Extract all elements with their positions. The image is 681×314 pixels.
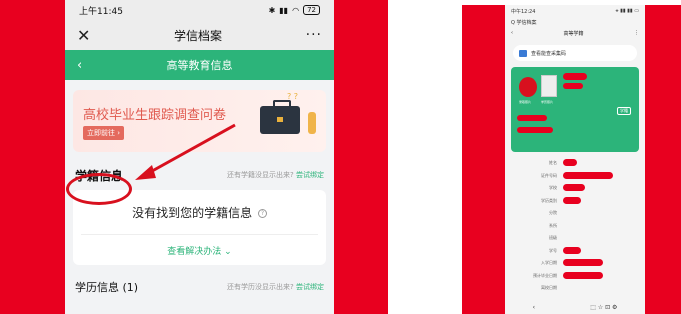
scan-icon [519, 49, 527, 57]
view-solution-link[interactable]: 查看解决办法 ⌄ [73, 244, 326, 257]
back-button[interactable]: ‹ [77, 58, 97, 73]
info-label: 证件号码 [541, 172, 557, 178]
xueli-title: 学历信息 (1) [75, 281, 139, 294]
more-button[interactable]: ··· [306, 27, 322, 43]
bluetooth-icon: ✱ [268, 5, 276, 15]
wifi-icon: ◠ [292, 5, 300, 15]
empty-message-text: 没有找到您的学籍信息 [132, 206, 253, 220]
status-time-right: 中午12:24 [511, 8, 536, 15]
more-button-right[interactable]: ⋮ [634, 30, 639, 36]
info-label: 分院 [549, 210, 557, 215]
section-title: 高等教育信息 [166, 59, 233, 72]
red-border-right [334, 0, 388, 314]
mini-program-titlebar: ✕ 学信档案 ··· [65, 20, 334, 50]
info-label: 入学日期 [541, 260, 557, 265]
status-bar-right: 中午12:24 ⚹ ▮▮ ▮▮ ▭ [505, 5, 645, 17]
info-label: 学校 [549, 185, 557, 190]
section-header-bar: ‹ 高等教育信息 [65, 50, 334, 80]
xueji-hint: 还有学籍没显示出来? 尝试绑定 [227, 170, 324, 180]
red-border-left [0, 0, 65, 314]
browser-back-button[interactable]: ‹ [533, 304, 535, 311]
battery-icon: 72 [303, 5, 320, 15]
red-border-right-2 [645, 5, 681, 314]
nav-bar-right: ‹ 高等学籍 ⋮ [505, 27, 645, 39]
degree-photo [541, 75, 557, 97]
xueli-bind-link[interactable]: 尝试绑定 [296, 283, 324, 291]
comparison-screenshot: 上午11:45 ✱ ▮▮ ◠ 72 ✕ 学信档案 ··· ‹ 高等教育信息 高校… [0, 0, 681, 314]
info-label: 学历类别 [541, 197, 557, 203]
xueli-hint-text: 还有学历没显示出来? [227, 283, 294, 291]
status-time: 上午11:45 [79, 6, 123, 17]
app-name: Q 学信档案 [511, 19, 537, 26]
redaction [563, 73, 587, 80]
back-button-right[interactable]: ‹ [511, 30, 513, 36]
xueli-header: 学历信息 (1) 还有学历没显示出来? 尝试绑定 [65, 273, 334, 301]
xueli-hint: 还有学历没显示出来? 尝试绑定 [227, 282, 324, 292]
redaction [563, 271, 603, 279]
status-badge: 学籍 [617, 107, 631, 115]
redaction [563, 83, 583, 89]
admission-photo [519, 77, 537, 97]
collection-code-text: 查看能查采集码 [531, 50, 567, 57]
annotation-arrow [135, 123, 236, 180]
student-card: 录取照片 学历照片 学籍 [511, 67, 639, 152]
info-label: 预计毕业日期 [533, 272, 557, 278]
status-icons: ✱ ▮▮ ◠ 72 [269, 5, 320, 15]
redaction [563, 171, 613, 179]
info-label: 学号 [549, 247, 557, 253]
info-label: 离校日期 [541, 285, 557, 290]
signal-icon: ▮▮ [279, 5, 289, 15]
redaction [563, 196, 581, 204]
status-icons-right: ⚹ ▮▮ ▮▮ ▭ [615, 8, 640, 14]
info-label: 系所 [549, 222, 557, 228]
info-label: 姓名 [549, 160, 557, 165]
pencil-icon [308, 112, 316, 134]
redaction [563, 246, 581, 254]
divider [81, 234, 318, 235]
redaction [563, 259, 603, 266]
photo-caption-1: 录取照片 [519, 100, 532, 104]
go-now-button[interactable]: 立即前往 › [83, 126, 125, 140]
nav-title-right: 高等学籍 [563, 30, 584, 37]
red-border-left-2 [462, 5, 505, 314]
page-title: 学信档案 [174, 28, 223, 43]
status-bar: 上午11:45 ✱ ▮▮ ◠ 72 [65, 0, 334, 20]
redaction [563, 159, 577, 166]
close-button[interactable]: ✕ [77, 26, 90, 45]
phone-screen-right: 中午12:24 ⚹ ▮▮ ▮▮ ▭ Q 学信档案 ‹ 高等学籍 ⋮ 查看能查采集… [505, 5, 645, 314]
empty-message: 没有找到您的学籍信息 ? [73, 204, 326, 221]
info-label: 班级 [549, 235, 557, 240]
photo-caption-2: 学历照片 [541, 100, 554, 104]
collection-code-link[interactable]: 查看能查采集码 [513, 45, 637, 61]
briefcase-icon [260, 100, 300, 134]
redaction [517, 115, 547, 121]
xueji-bind-link[interactable]: 尝试绑定 [296, 171, 324, 179]
browser-tabs[interactable]: ⬚ ☆ ⊡ ⚙ [590, 304, 617, 311]
redaction [517, 127, 553, 133]
annotation-circle [66, 173, 132, 205]
help-icon[interactable]: ? [257, 209, 267, 218]
redaction [563, 184, 585, 191]
bottom-toolbar: ‹ ⬚ ☆ ⊡ ⚙ [505, 300, 645, 314]
